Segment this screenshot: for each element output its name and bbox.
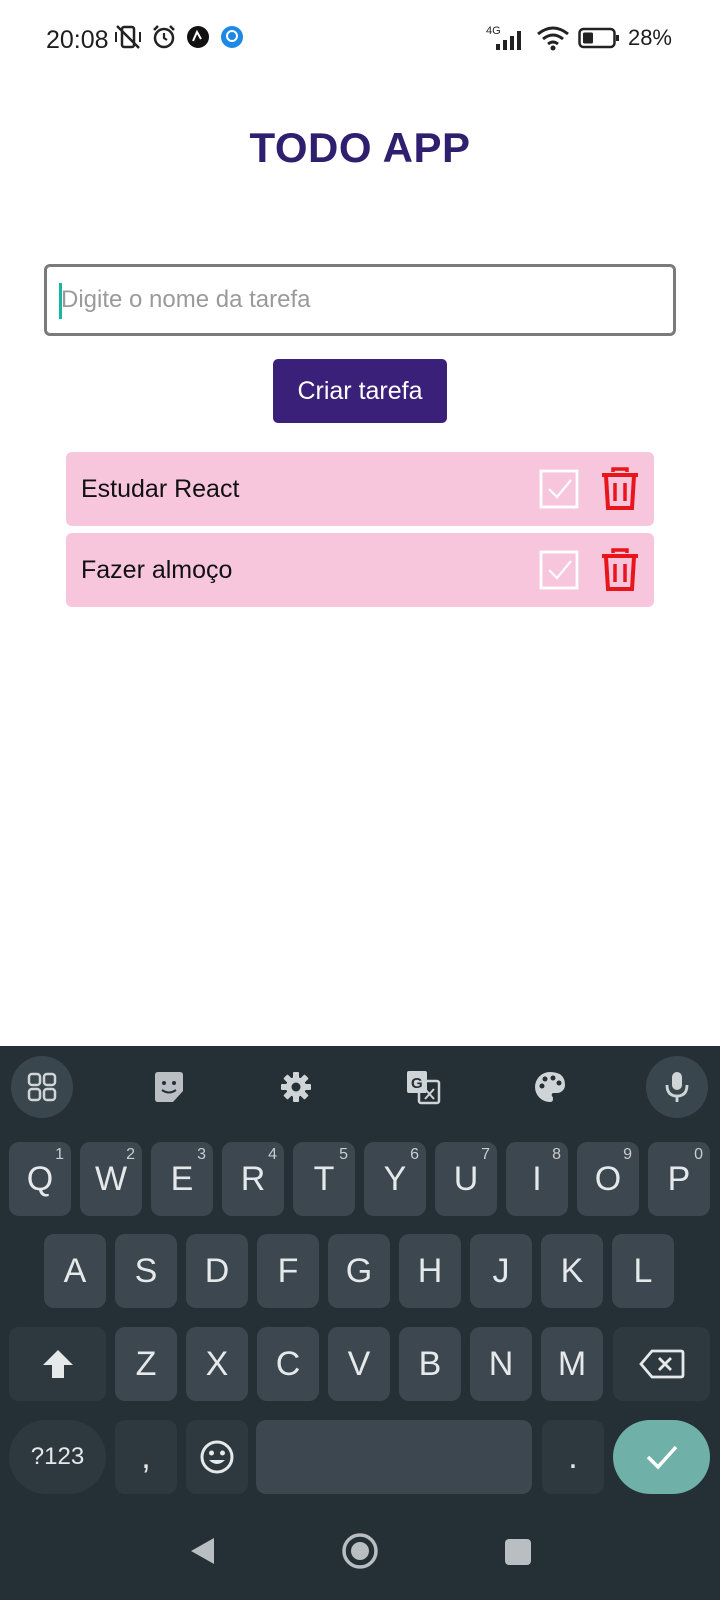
key-label: T xyxy=(313,1159,335,1198)
key-label: E xyxy=(170,1159,194,1198)
signal-4g-icon: 4G xyxy=(486,25,521,50)
key-w[interactable]: W2 xyxy=(80,1142,142,1216)
task-name-input[interactable] xyxy=(61,267,661,333)
period-key[interactable]: . xyxy=(542,1420,604,1494)
task-item: Fazer almoço xyxy=(66,533,654,607)
translate-icon[interactable]: G xyxy=(392,1056,454,1118)
complete-task-checkbox-icon[interactable] xyxy=(539,469,579,509)
key-g[interactable]: G xyxy=(328,1234,390,1308)
key-u[interactable]: U7 xyxy=(435,1142,497,1216)
complete-task-checkbox-icon[interactable] xyxy=(539,550,579,590)
key-p[interactable]: P0 xyxy=(648,1142,710,1216)
palette-icon[interactable] xyxy=(519,1056,581,1118)
key-hint: 3 xyxy=(197,1146,206,1163)
key-hint: 1 xyxy=(55,1146,64,1163)
battery-percent: 28% xyxy=(627,25,672,50)
status-time: 20:08 xyxy=(46,26,109,54)
key-hint: 0 xyxy=(694,1146,703,1163)
key-l[interactable]: L xyxy=(612,1234,674,1308)
space-key[interactable] xyxy=(256,1420,532,1494)
key-label: O xyxy=(594,1159,622,1198)
key-h[interactable]: H xyxy=(399,1234,461,1308)
emoji-icon xyxy=(200,1440,234,1474)
keyboard-toolbar: G xyxy=(0,1046,720,1134)
status-bar: 20:08 4G 28% xyxy=(0,0,720,80)
key-a[interactable]: A xyxy=(44,1234,106,1308)
key-hint: 8 xyxy=(552,1146,561,1163)
key-label: R xyxy=(240,1159,266,1198)
key-hint: 7 xyxy=(481,1146,490,1163)
messenger-icon xyxy=(221,26,243,48)
key-f[interactable]: F xyxy=(257,1234,319,1308)
key-hint: 2 xyxy=(126,1146,135,1163)
key-d[interactable]: D xyxy=(186,1234,248,1308)
emoji-key[interactable] xyxy=(186,1420,248,1494)
alarm-icon xyxy=(153,25,175,49)
key-hint: 5 xyxy=(339,1146,348,1163)
key-label: Q xyxy=(26,1159,54,1198)
key-j[interactable]: J xyxy=(470,1234,532,1308)
key-label: P xyxy=(667,1159,691,1198)
symbols-key[interactable]: ?123 xyxy=(9,1420,106,1494)
microphone-icon[interactable] xyxy=(646,1056,708,1118)
comma-key[interactable]: , xyxy=(115,1420,177,1494)
navigation-bar xyxy=(0,1500,720,1600)
page-title: TODO APP xyxy=(249,124,471,171)
key-t[interactable]: T5 xyxy=(293,1142,355,1216)
key-label: W xyxy=(94,1159,128,1198)
key-label: I xyxy=(532,1159,542,1198)
key-n[interactable]: N xyxy=(470,1327,532,1401)
key-b[interactable]: B xyxy=(399,1327,461,1401)
key-k[interactable]: K xyxy=(541,1234,603,1308)
home-icon[interactable] xyxy=(340,1531,380,1571)
network-type-label: 4G xyxy=(486,25,501,37)
task-name: Estudar React xyxy=(81,475,240,503)
key-hint: 9 xyxy=(623,1146,632,1163)
sticker-icon[interactable] xyxy=(138,1056,200,1118)
create-task-button[interactable]: Criar tarefa xyxy=(273,359,447,423)
key-x[interactable]: X xyxy=(186,1327,248,1401)
key-label: Y xyxy=(383,1159,407,1198)
apps-grid-icon[interactable] xyxy=(11,1056,73,1118)
task-item: Estudar React xyxy=(66,452,654,526)
backspace-key[interactable] xyxy=(613,1327,710,1401)
key-y[interactable]: Y6 xyxy=(364,1142,426,1216)
key-e[interactable]: E3 xyxy=(151,1142,213,1216)
vibrate-off-icon xyxy=(115,25,141,49)
checkmark-icon xyxy=(646,1445,677,1470)
app-notification-icon xyxy=(187,26,209,48)
key-r[interactable]: R4 xyxy=(222,1142,284,1216)
delete-task-trash-icon[interactable] xyxy=(599,466,641,512)
key-label: U xyxy=(453,1159,479,1198)
backspace-icon xyxy=(638,1349,684,1379)
key-hint: 4 xyxy=(268,1146,277,1163)
key-m[interactable]: M xyxy=(541,1327,603,1401)
battery-icon xyxy=(578,27,619,49)
back-icon[interactable] xyxy=(188,1536,216,1566)
wifi-icon xyxy=(537,26,569,51)
key-hint: 6 xyxy=(410,1146,419,1163)
key-s[interactable]: S xyxy=(115,1234,177,1308)
notification-icons xyxy=(113,24,245,50)
system-icons: 4G 28% xyxy=(486,24,672,52)
shift-key[interactable] xyxy=(9,1327,106,1401)
key-o[interactable]: O9 xyxy=(577,1142,639,1216)
task-name: Fazer almoço xyxy=(81,556,233,584)
key-q[interactable]: Q1 xyxy=(9,1142,71,1216)
gear-icon[interactable] xyxy=(265,1056,327,1118)
task-name-field[interactable] xyxy=(44,264,676,336)
key-c[interactable]: C xyxy=(257,1327,319,1401)
recents-icon[interactable] xyxy=(504,1538,532,1566)
svg-text:G: G xyxy=(411,1075,423,1092)
enter-key[interactable] xyxy=(613,1420,710,1494)
shift-icon xyxy=(42,1350,73,1378)
delete-task-trash-icon[interactable] xyxy=(599,547,641,593)
key-i[interactable]: I8 xyxy=(506,1142,568,1216)
key-z[interactable]: Z xyxy=(115,1327,177,1401)
key-v[interactable]: V xyxy=(328,1327,390,1401)
